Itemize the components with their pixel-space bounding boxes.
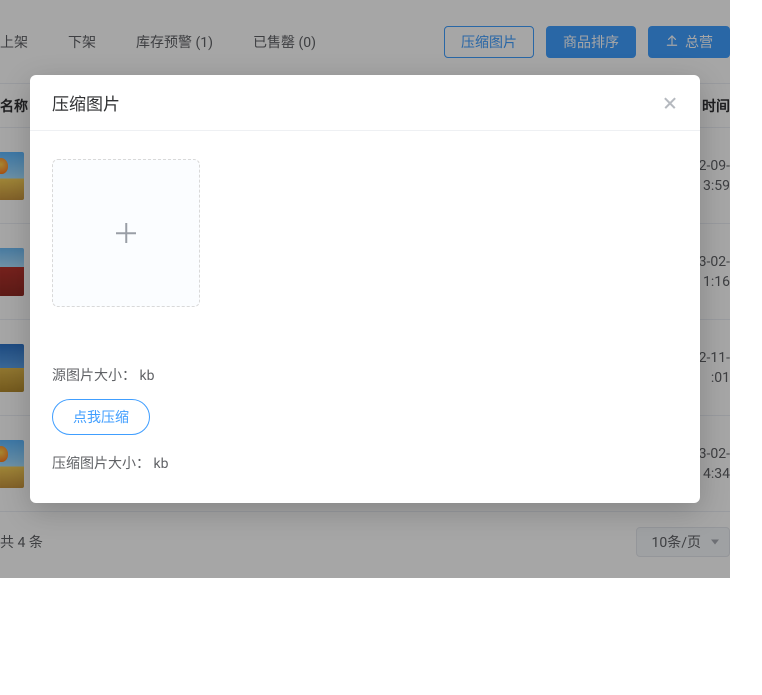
compress-dialog: 压缩图片 源图片大小： kb 点我压缩 压缩图片大小： kb — [30, 75, 700, 503]
close-icon[interactable] — [662, 95, 678, 111]
output-size-unit: kb — [153, 456, 168, 472]
compress-button[interactable]: 点我压缩 — [52, 399, 150, 435]
dialog-title: 压缩图片 — [52, 90, 120, 115]
output-size-line: 压缩图片大小： kb — [52, 453, 678, 473]
dialog-body: 源图片大小： kb 点我压缩 压缩图片大小： kb — [30, 131, 700, 503]
dialog-header: 压缩图片 — [30, 75, 700, 131]
output-size-label: 压缩图片大小： — [52, 456, 150, 472]
source-size-line: 源图片大小： kb — [52, 365, 678, 385]
modal-backdrop: 压缩图片 源图片大小： kb 点我压缩 压缩图片大小： kb — [0, 0, 730, 578]
source-size-label: 源图片大小： — [52, 368, 136, 384]
image-upload-zone[interactable] — [52, 159, 200, 307]
plus-icon — [116, 223, 136, 243]
source-size-unit: kb — [139, 368, 154, 384]
